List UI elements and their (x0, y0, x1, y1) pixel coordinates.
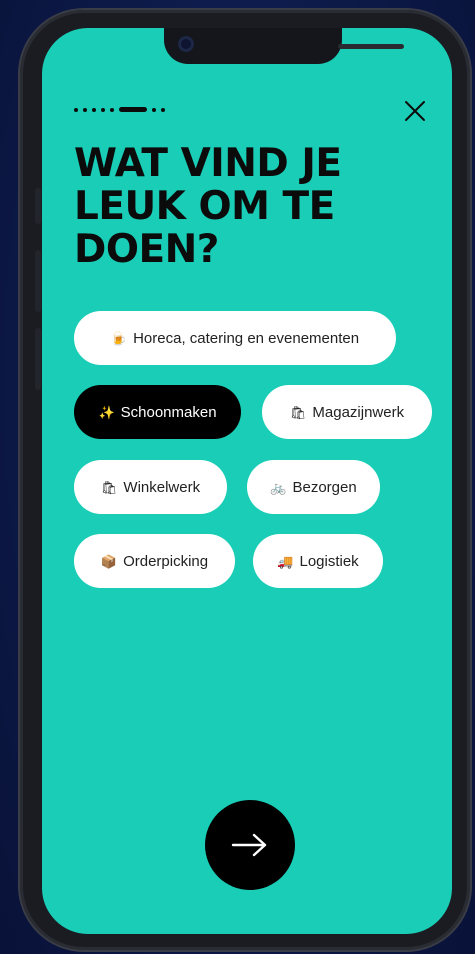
shopping-bags-icon: 🛍 (289, 404, 307, 420)
arrow-right-icon (231, 833, 267, 857)
beer-mug-icon: 🍺 (110, 330, 128, 346)
option-label: Bezorgen (292, 478, 357, 496)
option-bezorgen-chip[interactable]: 🚲 Bezorgen (247, 460, 380, 514)
option-label: Schoonmaken (120, 403, 217, 421)
option-orderpicking-chip[interactable]: 📦 Orderpicking (74, 534, 235, 588)
progress-dot (92, 107, 96, 112)
progress-current-step (119, 107, 147, 112)
option-winkelwerk-chip[interactable]: 🛍 Winkelwerk (74, 460, 227, 514)
option-logistiek-chip[interactable]: 🚚 Logistiek (253, 534, 383, 588)
next-button[interactable] (205, 800, 295, 890)
option-label: Horeca, catering en evenementen (133, 329, 360, 347)
speaker-grille (338, 44, 404, 49)
bicycle-icon: 🚲 (270, 479, 287, 495)
close-icon (405, 101, 425, 121)
shopping-bags-icon: 🛍 (100, 479, 118, 495)
screen: WAT VIND JE LEUK OM TE DOEN? 🍺 Horeca, c… (42, 28, 452, 934)
option-magazijnwerk-chip[interactable]: 🛍 Magazijnwerk (262, 385, 432, 439)
truck-icon: 🚚 (277, 553, 294, 569)
close-button[interactable] (400, 96, 430, 126)
page-title: WAT VIND JE LEUK OM TE DOEN? (74, 141, 342, 272)
package-icon: 📦 (100, 553, 118, 569)
progress-dot (161, 107, 165, 112)
step-progress-indicator (74, 107, 165, 112)
option-schoonmaken-chip[interactable]: ✨ Schoonmaken (74, 385, 241, 439)
option-label: Logistiek (299, 552, 359, 570)
progress-dot (152, 107, 156, 112)
option-label: Magazijnwerk (312, 403, 405, 421)
mute-switch (35, 188, 41, 224)
camera-icon (178, 36, 194, 52)
option-label: Orderpicking (123, 552, 209, 570)
volume-down-button (35, 328, 41, 390)
volume-up-button (35, 250, 41, 312)
progress-dot (74, 107, 78, 112)
progress-dot (110, 107, 114, 112)
option-label: Winkelwerk (123, 478, 201, 496)
progress-dot (101, 107, 105, 112)
option-horeca-chip[interactable]: 🍺 Horeca, catering en evenementen (74, 311, 396, 365)
sparkles-icon: ✨ (98, 404, 115, 420)
progress-dot (83, 107, 87, 112)
